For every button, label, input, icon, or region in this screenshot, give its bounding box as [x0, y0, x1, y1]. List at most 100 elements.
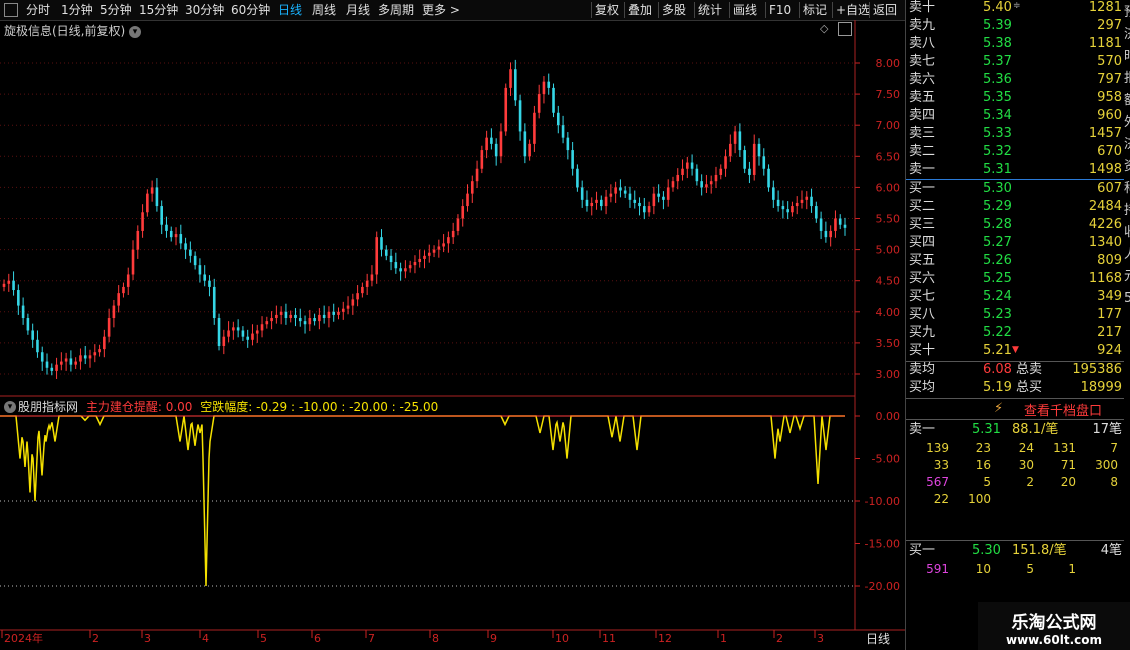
toolbar-2[interactable]: 5分钟 — [100, 2, 132, 18]
candle — [399, 262, 402, 281]
toolbar-10[interactable]: 更多 > — [422, 2, 460, 18]
toolbar-right-6[interactable]: 标记 — [803, 2, 827, 18]
indicator-line2-label: 空跌幅度: -0.29 : -10.00 : -20.00 : -25.00 — [200, 400, 439, 414]
sell-level-9[interactable]: 卖一 5.31 1498 — [906, 161, 1124, 179]
buy-level-3[interactable]: 买四 5.27 1340 — [906, 234, 1124, 252]
x-tick-label: 5 — [260, 632, 267, 645]
candle — [466, 184, 469, 212]
candle — [843, 217, 847, 236]
level-volume: 670 — [1097, 144, 1122, 159]
level-volume: 1281 — [1088, 0, 1122, 15]
toolbar-right-2[interactable]: 多股 — [662, 2, 686, 18]
sell-level-4[interactable]: 卖六 5.36 797 — [906, 71, 1124, 89]
toolbar-8[interactable]: 月线 — [346, 2, 370, 18]
toolbar-0[interactable]: 分时 — [26, 2, 50, 18]
candle — [45, 353, 49, 375]
candle — [122, 282, 125, 298]
candle — [60, 352, 63, 371]
sell-level-8[interactable]: 卖二 5.32 670 — [906, 143, 1124, 161]
toolbar-7[interactable]: 周线 — [312, 2, 336, 18]
diamond-icon[interactable]: ◇ — [820, 22, 828, 35]
ind-y-tick-label: -15.00 — [865, 538, 900, 551]
candle — [714, 166, 718, 189]
window-toggle-icon[interactable] — [838, 22, 852, 36]
sell-level-6[interactable]: 卖四 5.34 960 — [906, 107, 1124, 125]
candle — [743, 145, 746, 174]
toolbar-right-3[interactable]: 统计 — [698, 2, 722, 18]
candle — [781, 200, 785, 219]
toolbar-5[interactable]: 60分钟 — [231, 2, 270, 18]
x-tick-label: 7 — [368, 632, 375, 645]
sell-level-7[interactable]: 卖三 5.33 1457 — [906, 125, 1124, 143]
level-volume: 960 — [1097, 108, 1122, 123]
buy-level-1[interactable]: 买二 5.29 2484 — [906, 198, 1124, 216]
toolbar-separator — [624, 2, 625, 18]
sell-level-2[interactable]: 卖八 5.38 1181 — [906, 35, 1124, 53]
toolbar-9[interactable]: 多周期 — [378, 2, 414, 18]
chevron-down-icon[interactable]: ▾ — [129, 25, 142, 38]
candle — [275, 305, 278, 324]
buy-level-5[interactable]: 买六 5.25 1168 — [906, 270, 1124, 288]
toolbar-separator — [765, 2, 766, 18]
buy-level-8[interactable]: 买九 5.22 217 — [906, 324, 1124, 342]
toolbar-right-1[interactable]: 叠加 — [628, 2, 652, 18]
watermark: 乐淘公式网 www.60lt.com — [978, 602, 1130, 650]
indicator-lines — [0, 415, 845, 587]
level-volume: 2484 — [1088, 199, 1122, 214]
candle — [332, 303, 336, 322]
candle — [384, 245, 388, 261]
toolbar-1[interactable]: 1分钟 — [61, 2, 93, 18]
sell-level-3[interactable]: 卖七 5.37 570 — [906, 53, 1124, 71]
candle — [490, 128, 493, 150]
x-tick-label: 3 — [817, 632, 824, 645]
window-menu-icon[interactable] — [4, 3, 18, 17]
level-price: 5.38 — [983, 36, 1012, 51]
buy-level-0[interactable]: 买一 5.30 607 — [906, 180, 1124, 198]
buy-level-4[interactable]: 买五 5.26 809 — [906, 252, 1124, 270]
candle — [494, 138, 498, 166]
toolbar-3[interactable]: 15分钟 — [139, 2, 178, 18]
buy-level-7[interactable]: 买八 5.23 177 — [906, 306, 1124, 324]
candle — [686, 156, 689, 179]
y-tick-label: 8.00 — [876, 57, 901, 70]
view-queue-button[interactable]: 查看千档盘口 — [1024, 400, 1102, 419]
level-price: 5.23 — [983, 307, 1012, 322]
y-tick-label: 7.50 — [876, 88, 901, 101]
candle — [709, 175, 713, 194]
candle — [662, 191, 665, 210]
toolbar-right-5[interactable]: F10 — [769, 2, 791, 18]
candle — [700, 174, 703, 196]
candle — [98, 344, 101, 357]
candle — [475, 160, 479, 189]
level-price: 5.27 — [983, 235, 1012, 250]
sell-level-5[interactable]: 卖五 5.35 958 — [906, 89, 1124, 107]
indicator-title: 股朋指标网 主力建仓提醒: 0.00 空跌幅度: -0.29 : -10.00 … — [18, 398, 438, 415]
level-label: 卖八 — [909, 36, 936, 51]
buy-level-2[interactable]: 买三 5.28 4226 — [906, 216, 1124, 234]
y-tick-label: 6.50 — [876, 150, 901, 163]
level-label: 买三 — [909, 217, 936, 232]
buy-level-6[interactable]: 买七 5.24 349 — [906, 288, 1124, 306]
candle — [600, 195, 603, 211]
toolbar-right-7[interactable]: +自选 — [836, 2, 870, 18]
toolbar-right-0[interactable]: 复权 — [595, 2, 619, 18]
level-label: 买二 — [909, 199, 936, 214]
sell-level-1[interactable]: 卖九 5.39 297 — [906, 17, 1124, 35]
candle — [408, 260, 412, 273]
level-volume: 4226 — [1088, 217, 1122, 232]
chart-canvas[interactable]: 8.00 7.50 7.00 6.50 6.00 5.50 5.00 4.50 4.00 3.50… — [0, 20, 905, 650]
level-label: 买十 — [909, 343, 936, 358]
indicator-name: 股朋指标网 — [18, 400, 79, 414]
panel-separator — [906, 540, 1124, 541]
toolbar-right-8[interactable]: 返回 — [873, 2, 897, 18]
candle — [265, 316, 269, 329]
toolbar-4[interactable]: 30分钟 — [185, 2, 224, 18]
indicator-menu-icon[interactable]: ▾ — [4, 399, 16, 413]
period-label[interactable]: 日线 — [866, 632, 890, 646]
candle — [838, 214, 842, 230]
toolbar-right-4[interactable]: 画线 — [733, 2, 757, 18]
stock-title: 旋极信息(日线,前复权) — [4, 24, 126, 38]
level-volume: 1457 — [1088, 126, 1122, 141]
candle — [93, 344, 97, 363]
toolbar-6[interactable]: 日线 — [278, 2, 302, 18]
